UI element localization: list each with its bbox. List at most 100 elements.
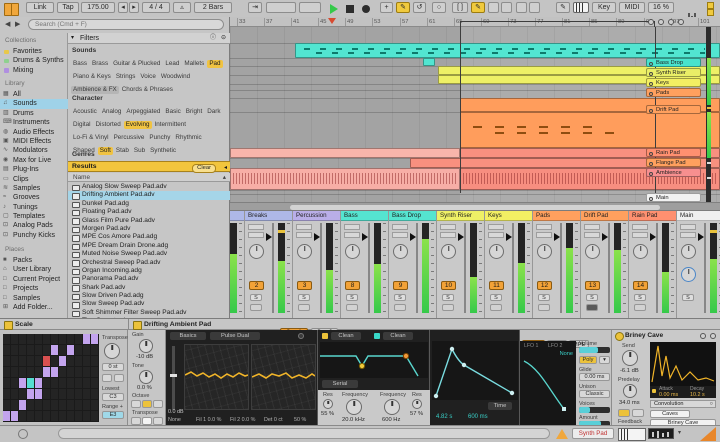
scale-cell[interactable] — [59, 356, 66, 366]
file-item[interactable]: Orchestral Sweep Pad.adv — [68, 259, 230, 267]
env-decay-value[interactable]: 600 ms — [468, 414, 488, 420]
pen-icon[interactable]: ✎ — [556, 2, 570, 13]
solo-button[interactable]: S — [250, 294, 262, 301]
filter-tag[interactable]: Distorted — [94, 121, 123, 129]
sidebar-item[interactable]: ⊡ Punchy Kicks — [0, 231, 68, 240]
pan-knob[interactable] — [681, 244, 696, 259]
solo-button[interactable]: S — [490, 294, 502, 301]
track-header-chip[interactable]: Drift Pad — [646, 105, 701, 114]
sidebar-item[interactable]: ♪ Tunings — [0, 203, 68, 212]
routing-box[interactable] — [536, 232, 552, 238]
forward-icon[interactable]: ▶ — [15, 20, 20, 28]
scale-cell[interactable] — [67, 345, 74, 355]
volume-fader-handle[interactable] — [410, 233, 416, 241]
volume-fader-handle[interactable] — [602, 233, 608, 241]
punch-out-toggle[interactable] — [501, 2, 512, 13]
filter-tag[interactable]: Soft — [97, 147, 113, 155]
osc-param[interactable]: 50 % — [294, 417, 306, 423]
pan-knob[interactable] — [345, 244, 360, 259]
collection-item[interactable]: Drums & Synths — [0, 56, 68, 65]
pan-knob[interactable] — [633, 244, 648, 259]
track-activator-button[interactable]: 8 — [345, 281, 360, 290]
filter-tag[interactable]: Evolving — [123, 121, 152, 129]
solo-button[interactable]: S — [442, 294, 454, 301]
routing-box[interactable] — [584, 224, 600, 230]
filter-tag[interactable]: Bright — [184, 108, 204, 116]
voices-slider[interactable] — [579, 407, 610, 413]
routing-box[interactable] — [296, 232, 312, 238]
track-activator-button[interactable]: 14 — [633, 281, 648, 290]
track-header-chip[interactable]: Flange Pad — [646, 158, 701, 167]
play-button[interactable] — [330, 4, 338, 14]
ir-category-selector[interactable]: Caves — [650, 410, 690, 418]
file-item[interactable]: Dunkel Pad.adg — [68, 200, 230, 209]
clear-filters-button[interactable]: Clear — [192, 163, 216, 173]
freq2-knob[interactable] — [384, 399, 400, 415]
filter1-toggle[interactable] — [322, 333, 328, 339]
routing-box[interactable] — [344, 232, 360, 238]
scale-device-title[interactable]: Scale — [15, 321, 33, 328]
sidebar-item[interactable]: ▥ Drums — [0, 109, 68, 118]
scale-cell[interactable] — [11, 411, 18, 421]
routing-box[interactable] — [632, 224, 648, 230]
routing-box[interactable] — [488, 232, 504, 238]
filter-tag[interactable]: Punchy — [147, 134, 172, 142]
transpose-switch[interactable] — [131, 417, 141, 425]
genres-section-label[interactable]: Genres — [72, 151, 95, 158]
track-activator-button[interactable]: 10 — [441, 281, 456, 290]
filter-tag[interactable]: Digital — [71, 121, 93, 129]
sub-gain-value[interactable]: 0.0 dB — [168, 409, 184, 415]
solo-button[interactable]: S — [346, 294, 358, 301]
file-item[interactable]: Slow Driven Pad.adg — [68, 292, 230, 301]
res1-knob[interactable] — [323, 399, 333, 409]
quantize-menu[interactable]: 2 Bars — [194, 2, 232, 13]
sidebar-item[interactable]: ◍ Audio Effects — [0, 128, 68, 137]
octave-switch[interactable] — [131, 400, 141, 408]
pan-knob[interactable] — [249, 244, 264, 259]
pan-knob[interactable] — [537, 244, 552, 259]
routing-box[interactable] — [392, 232, 408, 238]
nudge-up-button[interactable]: ▸ — [129, 2, 139, 13]
mixer-track-name[interactable]: Main — [677, 211, 720, 221]
glide-value[interactable]: 0.00 ms — [579, 373, 610, 381]
arm-button[interactable] — [394, 304, 406, 311]
file-item[interactable]: Glass Film Pure Pad.adv — [68, 217, 230, 225]
filter-tag[interactable]: Bass — [71, 60, 89, 68]
sidebar-item[interactable]: ≋ Samples — [0, 184, 68, 193]
mixer-track-name[interactable]: Percussion — [293, 211, 340, 221]
track-header-chip[interactable]: Main — [646, 193, 701, 202]
filter-tag[interactable]: Acoustic — [71, 108, 99, 116]
res2-knob[interactable] — [412, 399, 422, 409]
mode-button[interactable] — [529, 2, 540, 13]
osc-options-icon[interactable] — [298, 333, 304, 339]
device-activator[interactable] — [4, 321, 13, 330]
clip[interactable] — [295, 43, 720, 58]
sidebar-item[interactable]: ⊡ Analog Pads — [0, 221, 68, 230]
nudge-down-button[interactable]: ◂ — [118, 2, 128, 13]
sidebar-item[interactable]: ⌨ Instruments — [0, 118, 68, 127]
track-header-chip[interactable]: Ambience — [646, 168, 701, 177]
filter2-type-selector[interactable]: Clean — [383, 332, 413, 340]
mixer-track-name[interactable]: Keys — [485, 211, 532, 221]
mode-button[interactable] — [516, 2, 527, 13]
pan-knob[interactable] — [585, 244, 600, 259]
track-activator-button[interactable]: 12 — [537, 281, 552, 290]
pan-knob[interactable] — [489, 244, 504, 259]
collection-item[interactable]: Mixing — [0, 66, 68, 75]
reverb-option-icon[interactable] — [700, 333, 706, 339]
scale-cell[interactable] — [27, 378, 34, 388]
mod-display[interactable]: LFO 1 LFO 2 None — [520, 341, 576, 425]
wavetable-table-selector[interactable]: Pulse Dual — [210, 332, 260, 340]
stop-button[interactable] — [346, 4, 354, 13]
arrangement-hscrollbar[interactable] — [230, 202, 720, 210]
ir-display[interactable] — [650, 342, 716, 386]
scale-cell[interactable] — [3, 411, 10, 421]
filter-tag[interactable]: Strings — [114, 73, 138, 81]
octave-switch[interactable] — [142, 400, 152, 408]
file-item[interactable]: Organ Incoming.adg — [68, 267, 230, 276]
arm-button[interactable] — [586, 304, 598, 311]
volume-fader-handle[interactable] — [554, 233, 560, 241]
arm-button[interactable] — [250, 304, 262, 311]
arrangement-option-button[interactable] — [648, 19, 654, 25]
scale-cell[interactable] — [51, 345, 58, 355]
